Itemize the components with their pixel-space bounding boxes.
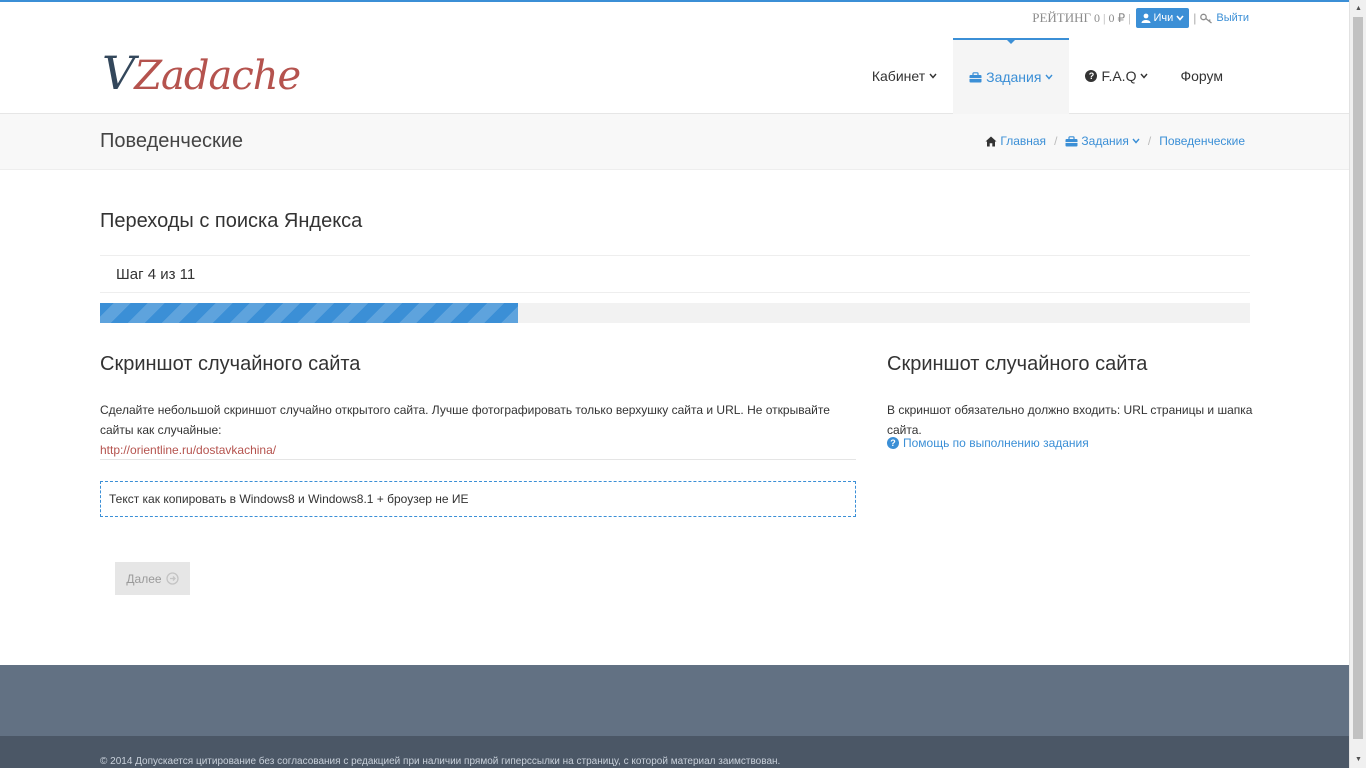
home-icon	[985, 136, 997, 146]
progress-fill	[100, 303, 519, 323]
right-description: В скриншот обязательно должно входить: U…	[887, 403, 1253, 437]
chevron-down-icon	[1045, 74, 1053, 80]
rating-label: РЕЙТИНГ	[1032, 10, 1092, 25]
rating-value: 0	[1094, 11, 1101, 25]
step-indicator: Шаг 4 из 11	[100, 255, 1250, 293]
progress-bar	[100, 303, 1250, 323]
scroll-up-icon[interactable]: ▲	[1350, 0, 1366, 17]
help-link[interactable]: ? Помощь по выполнению задания	[887, 436, 1089, 450]
footer-bottom: © 2014 Допускается цитирование без согла…	[0, 736, 1349, 768]
nav-tasks-label: Задания	[986, 69, 1042, 85]
nav-cabinet-label: Кабинет	[871, 68, 926, 84]
site-logo[interactable]: VZadache	[102, 46, 301, 100]
copyright: © 2014 Допускается цитирование без согла…	[100, 756, 781, 767]
nav-forum-label: Форум	[1180, 68, 1223, 84]
help-link-label: Помощь по выполнению задания	[903, 436, 1089, 450]
page-title-bar: Поведенческие Главная / Задания / Поведе…	[0, 114, 1349, 170]
breadcrumb: Главная / Задания / Поведенческие	[985, 134, 1245, 148]
nav-faq-label: F.A.Q	[1101, 68, 1137, 84]
breadcrumb-tasks[interactable]: Задания	[1065, 134, 1140, 148]
rating-info: РЕЙТИНГ 0 | 0 ₽ |	[1032, 10, 1131, 25]
site-header: VZadache Кабинет Задания ? F.A.Q Форум	[0, 38, 1349, 114]
question-icon: ?	[887, 437, 899, 449]
arrow-circle-right-icon	[165, 572, 179, 585]
breadcrumb-tasks-label: Задания	[1081, 134, 1129, 148]
right-section-title: Скриншот случайного сайта	[887, 353, 1148, 375]
page-title: Поведенческие	[100, 130, 244, 152]
footer	[0, 665, 1349, 736]
nav-tasks[interactable]: Задания	[953, 38, 1070, 114]
logout-label: Выйти	[1216, 12, 1249, 24]
excluded-site-link[interactable]: http://orientline.ru/dostavkachina/	[100, 443, 276, 457]
chevron-down-icon	[1132, 138, 1140, 144]
chevron-down-icon	[1176, 15, 1184, 21]
next-button[interactable]: Далее	[115, 562, 190, 595]
left-description-text: Сделайте небольшой скриншот случайно отк…	[100, 403, 830, 437]
scroll-down-icon[interactable]: ▼	[1350, 751, 1366, 768]
screenshot-paste-field[interactable]: Текст как копировать в Windows8 и Window…	[100, 481, 856, 517]
left-section-title: Скриншот случайного сайта	[100, 353, 361, 375]
briefcase-icon	[969, 71, 982, 82]
nav-cabinet[interactable]: Кабинет	[856, 38, 953, 114]
step-text: Шаг 4 из 11	[116, 266, 196, 283]
logout-link[interactable]: Выйти	[1200, 12, 1249, 24]
page: РЕЙТИНГ 0 | 0 ₽ | Ичи | Выйти VZadache Каби…	[0, 0, 1349, 768]
nav-faq[interactable]: ? F.A.Q	[1069, 38, 1164, 114]
breadcrumb-current[interactable]: Поведенческие	[1159, 134, 1245, 148]
user-menu-button[interactable]: Ичи	[1135, 8, 1190, 28]
task-title: Переходы с поиска Яндекса	[100, 210, 363, 232]
user-bar: РЕЙТИНГ 0 | 0 ₽ | Ичи | Выйти	[1032, 8, 1249, 28]
key-icon	[1200, 13, 1213, 24]
left-description: Сделайте небольшой скриншот случайно отк…	[100, 400, 860, 460]
nav-forum[interactable]: Форум	[1164, 38, 1239, 114]
user-icon	[1141, 13, 1150, 23]
briefcase-icon	[1065, 135, 1078, 146]
main-nav: Кабинет Задания ? F.A.Q Форум	[856, 38, 1239, 114]
next-button-label: Далее	[126, 571, 162, 586]
user-name: Ичи	[1153, 12, 1174, 24]
breadcrumb-home[interactable]: Главная	[985, 134, 1046, 148]
divider	[100, 459, 856, 460]
top-accent-line	[0, 0, 1349, 2]
breadcrumb-home-label: Главная	[1000, 134, 1047, 148]
scrollbar-thumb[interactable]	[1353, 17, 1363, 739]
vertical-scrollbar[interactable]: ▲ ▼	[1349, 0, 1366, 768]
balance: 0 ₽	[1108, 11, 1126, 25]
chevron-down-icon	[929, 73, 937, 79]
chevron-down-icon	[1140, 73, 1149, 79]
question-icon: ?	[1085, 70, 1098, 82]
